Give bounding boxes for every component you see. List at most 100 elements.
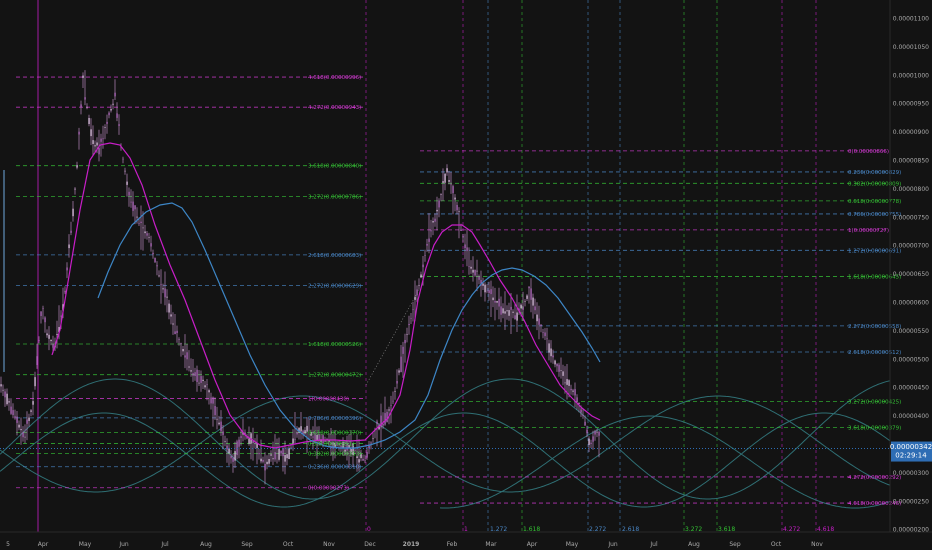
candle-body: [408, 324, 410, 325]
candle-body: [30, 410, 32, 412]
time-tick-label: Dec: [364, 541, 376, 548]
candle-body: [422, 264, 424, 268]
candle-body: [130, 201, 132, 203]
candle-body: [90, 129, 92, 137]
candle-body: [178, 339, 180, 340]
candle-body: [382, 423, 384, 426]
candle-body: [594, 431, 596, 435]
candle-body: [144, 231, 146, 234]
candle-body: [224, 441, 226, 442]
candle-body: [564, 382, 566, 384]
candle-body: [132, 201, 134, 211]
candle-body: [452, 186, 454, 194]
time-tick-label: Nov: [811, 541, 823, 548]
candle-body: [50, 339, 52, 342]
candle-body: [462, 236, 464, 238]
candle-body: [482, 283, 484, 286]
candle-body: [448, 180, 450, 182]
time-fib-label: 3.618: [718, 526, 735, 533]
candle-body: [278, 449, 280, 460]
candle-body: [588, 438, 590, 445]
fib-level-label: 1(0.00000727): [848, 228, 889, 234]
candle-body: [220, 421, 222, 432]
candle-body: [536, 314, 538, 322]
candle-body: [26, 419, 28, 424]
candle-body: [204, 385, 206, 388]
candle-body: [552, 355, 554, 358]
time-tick-label: Apr: [527, 541, 538, 548]
candle-body: [218, 422, 220, 425]
candle-body: [388, 409, 390, 411]
candle-body: [68, 244, 70, 249]
candle-body: [486, 290, 488, 292]
time-tick-label: Oct: [771, 541, 782, 548]
candle-body: [182, 349, 184, 352]
candle-body: [138, 223, 140, 224]
candle-body: [266, 461, 268, 465]
time-tick-label: Apr: [38, 541, 49, 548]
candle-body: [186, 352, 188, 360]
candle-body: [158, 275, 160, 277]
price-tick-label: 0.00001050: [893, 44, 929, 51]
candle-body: [440, 194, 442, 195]
candle-body: [358, 459, 360, 463]
price-tick-label: 0.00000600: [893, 300, 929, 307]
price-tick-label: 0.00001100: [893, 16, 929, 23]
fib-level-label: 0.786(0.00000396): [308, 416, 361, 422]
candle-body: [154, 257, 156, 263]
candle-body: [584, 421, 586, 426]
candle-body: [114, 92, 116, 97]
candle-body: [410, 318, 412, 319]
candle-body: [560, 370, 562, 371]
candle-body: [116, 113, 118, 118]
candle-body: [528, 286, 530, 289]
candle-body: [508, 310, 510, 316]
candle-body: [96, 142, 98, 146]
candle-body: [142, 227, 144, 229]
candle-body: [166, 296, 168, 298]
candle-body: [280, 450, 282, 454]
candle-body: [514, 315, 516, 320]
fib-level-label: 0.5(0.00000351): [308, 441, 354, 447]
candle-body: [468, 266, 470, 267]
candle-body: [48, 334, 50, 339]
fib-level-label: 0(0.00000866): [848, 149, 889, 155]
candle-body: [152, 252, 154, 255]
candle-body: [38, 340, 40, 341]
candle-body: [202, 379, 204, 381]
candle-body: [496, 300, 498, 303]
candle-body: [208, 390, 210, 393]
candle-body: [304, 430, 306, 434]
time-tick-label: Oct: [283, 541, 294, 548]
candle-body: [110, 109, 112, 111]
candle-body: [134, 205, 136, 210]
candle-body: [592, 436, 594, 442]
candle-body: [556, 363, 558, 367]
time-tick-label: Jun: [607, 541, 618, 548]
fib-level-label: 4.618(0.00000996): [308, 75, 361, 81]
candle-body: [526, 295, 528, 299]
candle-body: [390, 405, 392, 406]
candle-body: [176, 330, 178, 333]
candle-body: [424, 255, 426, 256]
candle-body: [248, 438, 250, 444]
candle-body: [106, 121, 108, 124]
candle-body: [428, 238, 430, 242]
candle-body: [168, 303, 170, 313]
candle-body: [228, 448, 230, 454]
candle-body: [60, 315, 62, 317]
candle-body: [88, 118, 90, 124]
candle-body: [104, 127, 106, 128]
candle-body: [458, 211, 460, 212]
candle-body: [184, 355, 186, 358]
price-tick-label: 0.00001000: [893, 72, 929, 79]
time-tick-label: Aug: [688, 541, 700, 548]
candle-body: [420, 274, 422, 278]
fib-level-label: 0.618(0.00000370): [308, 431, 361, 437]
chart-canvas[interactable]: 4.618(0.00000996) 4.272(0.00000943) 3.618(…: [0, 0, 932, 550]
fib-level-label: 2.618(0.00000683): [308, 253, 361, 259]
time-tick-label: Sep: [241, 541, 253, 548]
time-tick-label: May: [79, 541, 92, 548]
candle-body: [12, 410, 14, 415]
candle-body: [530, 288, 532, 300]
